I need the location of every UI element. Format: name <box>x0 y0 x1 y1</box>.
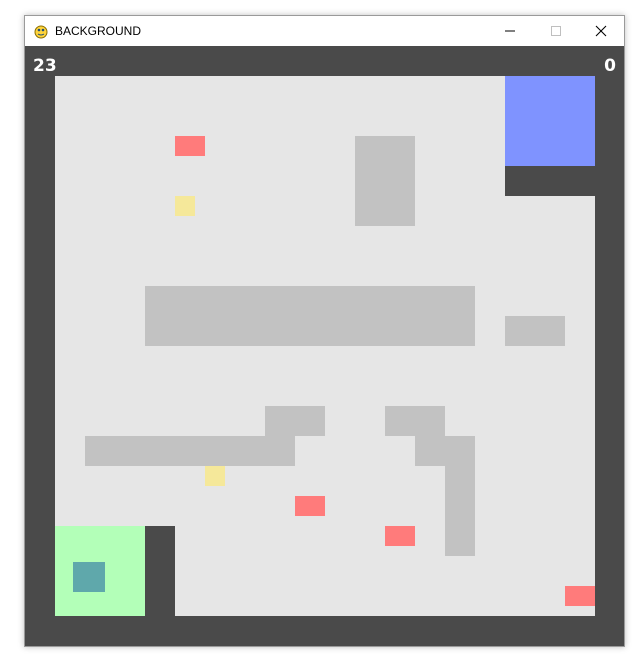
enemy <box>295 496 325 516</box>
enemy <box>565 586 595 606</box>
minimize-icon <box>505 30 515 32</box>
obstacle-block <box>265 406 325 436</box>
maximize-button[interactable] <box>533 16 579 46</box>
game-window: BACKGROUND 23 0 <box>24 15 625 647</box>
obstacle-block <box>145 286 475 346</box>
enemy <box>385 526 415 546</box>
obstacle-block <box>415 436 475 466</box>
minimize-button[interactable] <box>487 16 533 46</box>
coin <box>205 466 225 486</box>
maximize-icon <box>551 26 561 36</box>
goal-zone <box>505 76 595 166</box>
close-icon <box>595 25 607 37</box>
score-right: 0 <box>604 56 616 76</box>
game-board[interactable]: 23 0 <box>25 46 624 646</box>
obstacle-block <box>385 406 445 436</box>
window-title: BACKGROUND <box>55 24 142 38</box>
wall-block <box>505 166 595 196</box>
wall-block <box>145 526 175 616</box>
title-bar[interactable]: BACKGROUND <box>25 16 624 46</box>
obstacle-block <box>505 316 565 346</box>
player <box>73 562 105 592</box>
coin <box>175 196 195 216</box>
obstacle-block <box>85 436 295 466</box>
score-left: 23 <box>33 56 57 76</box>
obstacle-block <box>445 466 475 556</box>
close-button[interactable] <box>578 16 624 46</box>
floor <box>55 76 595 616</box>
pygame-snake-icon <box>34 25 48 39</box>
obstacle-block <box>355 136 415 226</box>
enemy <box>175 136 205 156</box>
